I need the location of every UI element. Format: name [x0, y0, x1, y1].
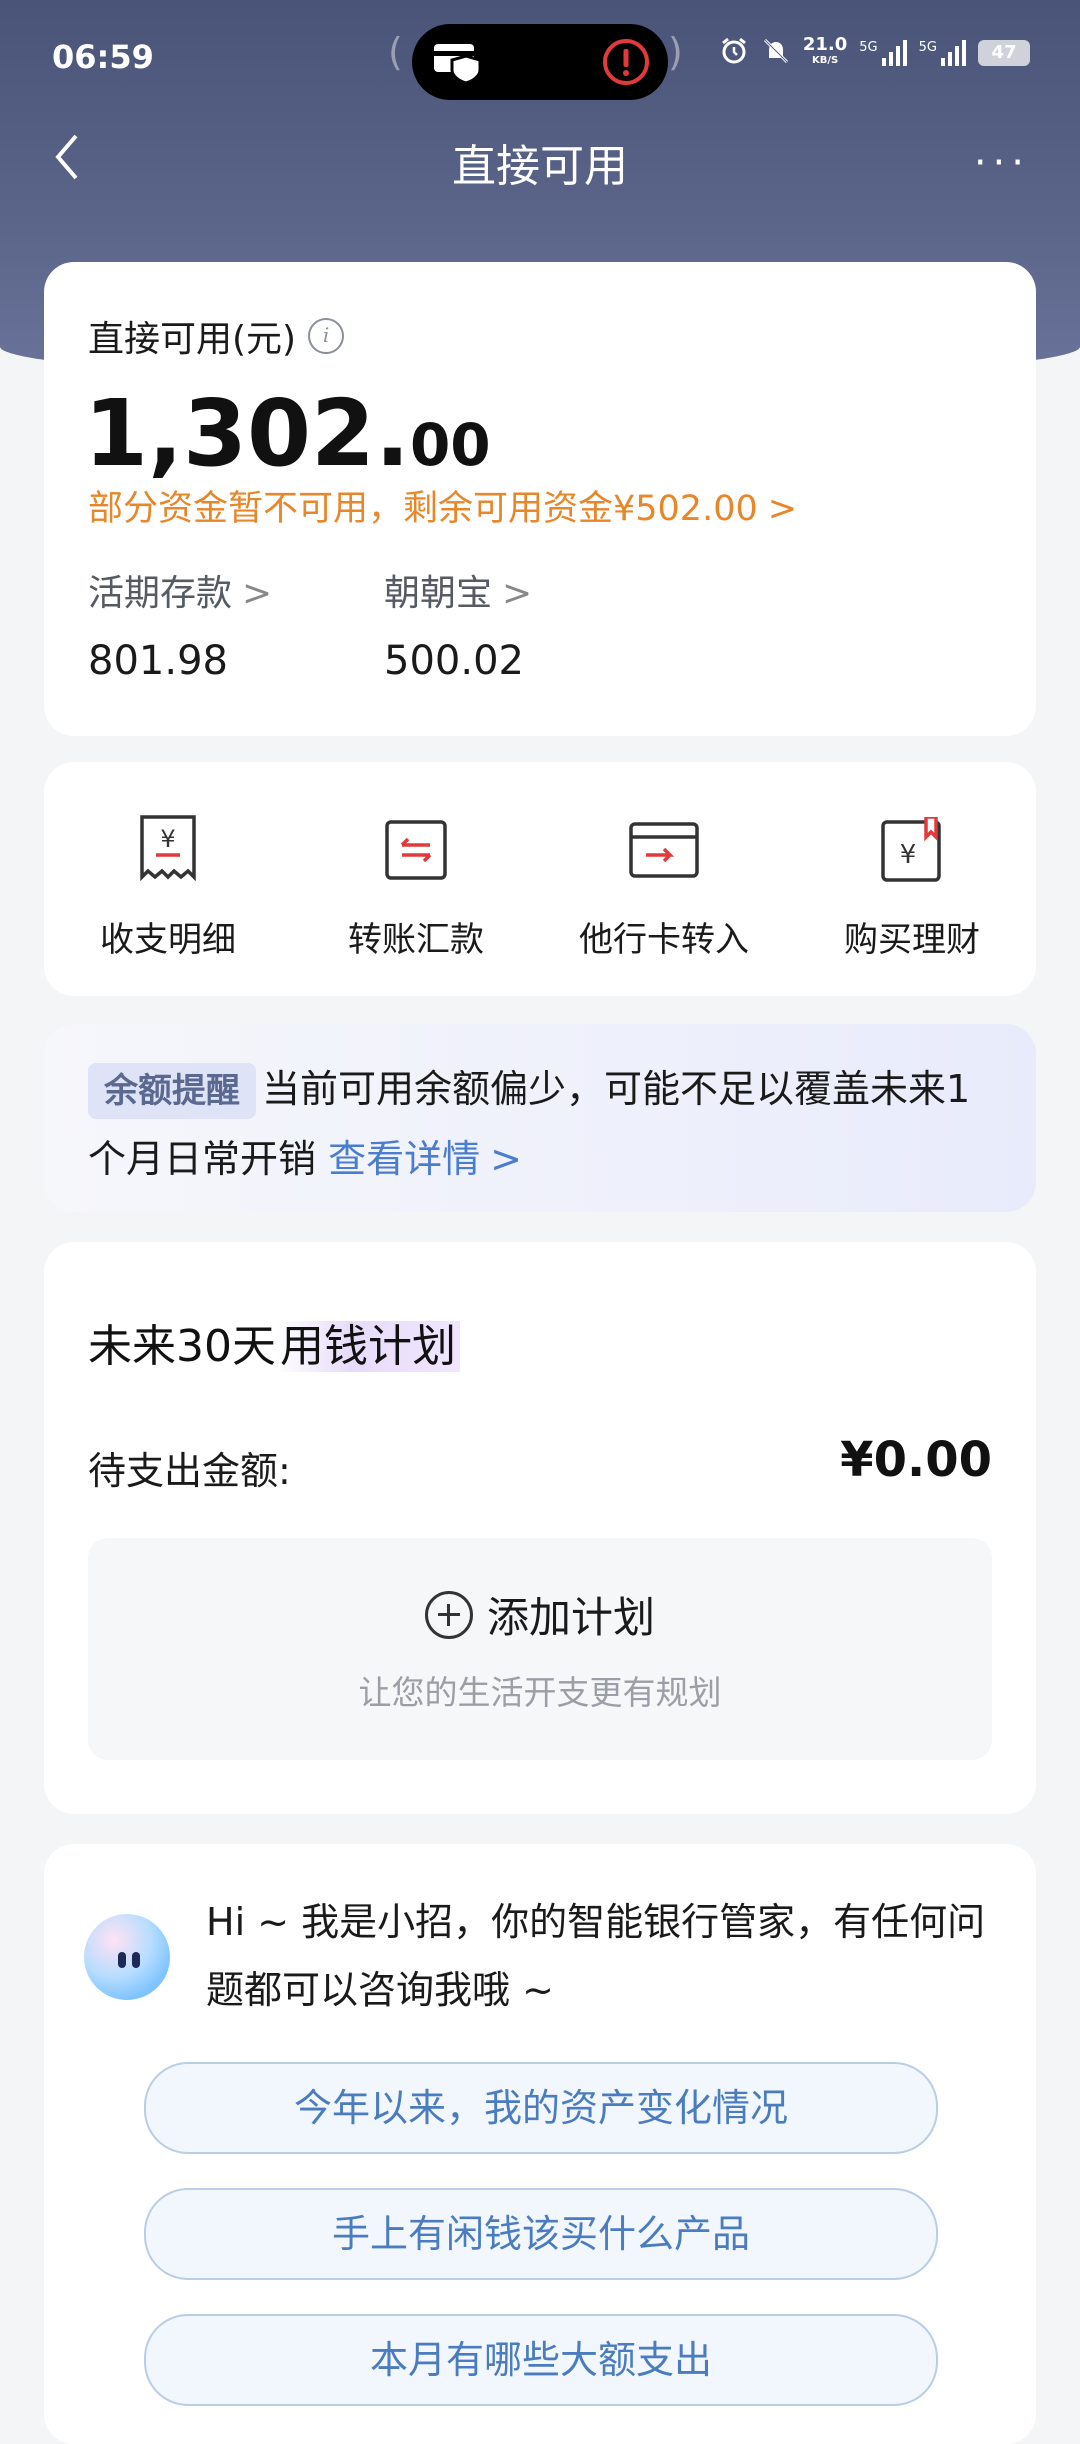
plan-title: 未来30天用钱计划 — [88, 1310, 460, 1374]
avatar-eye — [118, 1952, 126, 1968]
add-plan-subtitle: 让您的生活开支更有规划 — [358, 1673, 722, 1712]
suggestion-asset-changes[interactable]: 今年以来，我的资产变化情况 — [144, 2062, 938, 2154]
chevron-right-icon: > — [767, 489, 798, 529]
alert-icon — [602, 38, 650, 90]
card-shield-icon — [432, 38, 484, 88]
dynamic-island[interactable] — [412, 24, 668, 100]
transfer-icon — [292, 814, 540, 886]
spending-plan-card: 未来30天用钱计划 待支出金额: ¥0.00 添加计划 让您的生活开支更有规划 — [44, 1242, 1036, 1814]
status-icons: 21.0 KB/S 5G 5G 47 — [719, 36, 1030, 70]
add-plan-box[interactable]: 添加计划 让您的生活开支更有规划 — [88, 1538, 992, 1760]
pending-amount-value: ¥0.00 — [840, 1432, 992, 1488]
receipt-yuan-icon: ¥ — [44, 814, 292, 886]
page-title: 直接可用 — [452, 141, 628, 192]
add-plan-button[interactable]: 添加计划 — [88, 1584, 992, 1645]
action-transfer[interactable]: 转账汇款 — [292, 814, 540, 961]
battery-indicator: 47 — [978, 40, 1030, 66]
balance-amount: 1,302.00 — [84, 380, 491, 487]
signal-icon-2: 5G — [919, 40, 966, 66]
balance-card: 直接可用(元) i 1,302.00 部分资金暂不可用，剩余可用资金¥502.0… — [44, 262, 1036, 736]
chevron-right-icon: > — [490, 1137, 522, 1181]
more-button[interactable]: ··· — [974, 140, 1030, 186]
avatar-eye — [132, 1952, 140, 1968]
assistant-avatar[interactable] — [84, 1914, 170, 2000]
svg-text:¥: ¥ — [160, 825, 175, 853]
available-funds-note[interactable]: 部分资金暂不可用，剩余可用资金¥502.00 > — [88, 480, 797, 531]
chevron-right-icon: > — [502, 573, 533, 614]
reminder-tag: 余额提醒 — [88, 1063, 256, 1119]
signal-icon-1: 5G — [859, 40, 907, 66]
assistant-greeting: Hi ~ 我是小招，你的智能银行管家，有任何问题都可以咨询我哦 ~ — [206, 1900, 986, 2012]
svg-text:¥: ¥ — [900, 840, 917, 870]
suggestion-idle-money-products[interactable]: 手上有闲钱该买什么产品 — [144, 2188, 938, 2280]
mute-bell-icon — [761, 36, 791, 70]
info-icon[interactable]: i — [308, 318, 345, 354]
reminder-text: 余额提醒 当前可用余额偏少，可能不足以覆盖未来1个月日常开销 查看详情 > — [88, 1054, 1008, 1194]
status-time: 06:59 — [52, 38, 154, 76]
pending-amount-label: 待支出金额: — [88, 1449, 291, 1493]
island-right-bracket: ) — [668, 30, 683, 74]
balance-label: 直接可用(元) — [88, 319, 297, 360]
action-other-card-transfer-in[interactable]: 他行卡转入 — [540, 814, 788, 961]
add-plan-label: 添加计划 — [486, 1593, 655, 1642]
wealth-bookmark-icon: ¥ — [788, 814, 1036, 886]
suggestion-large-expenses[interactable]: 本月有哪些大额支出 — [144, 2314, 938, 2406]
assistant-card: Hi ~ 我是小招，你的智能银行管家，有任何问题都可以咨询我哦 ~ 今年以来，我… — [44, 1844, 1036, 2444]
chevron-right-icon: > — [242, 573, 273, 614]
alarm-icon — [719, 36, 749, 70]
action-buy-wealth-products[interactable]: ¥ 购买理财 — [788, 814, 1036, 961]
card-in-icon — [540, 814, 788, 886]
balance-reminder-banner[interactable]: 余额提醒 当前可用余额偏少，可能不足以覆盖未来1个月日常开销 查看详情 > — [44, 1024, 1036, 1212]
quick-actions-card: ¥ 收支明细 转账汇款 他行卡转入 ¥ 购买理财 — [44, 762, 1036, 996]
current-deposit-account[interactable]: 活期存款 > 801.98 — [88, 564, 272, 684]
action-transaction-details[interactable]: ¥ 收支明细 — [44, 814, 292, 961]
balance-label-row: 直接可用(元) i — [88, 310, 345, 362]
zhaozhaobao-account[interactable]: 朝朝宝 > 500.02 — [384, 564, 532, 684]
island-left-bracket: ( — [388, 30, 403, 74]
view-details-link[interactable]: 查看详情 > — [328, 1137, 522, 1181]
network-speed: 21.0 KB/S — [802, 34, 848, 67]
plus-circle-icon — [424, 1590, 473, 1639]
